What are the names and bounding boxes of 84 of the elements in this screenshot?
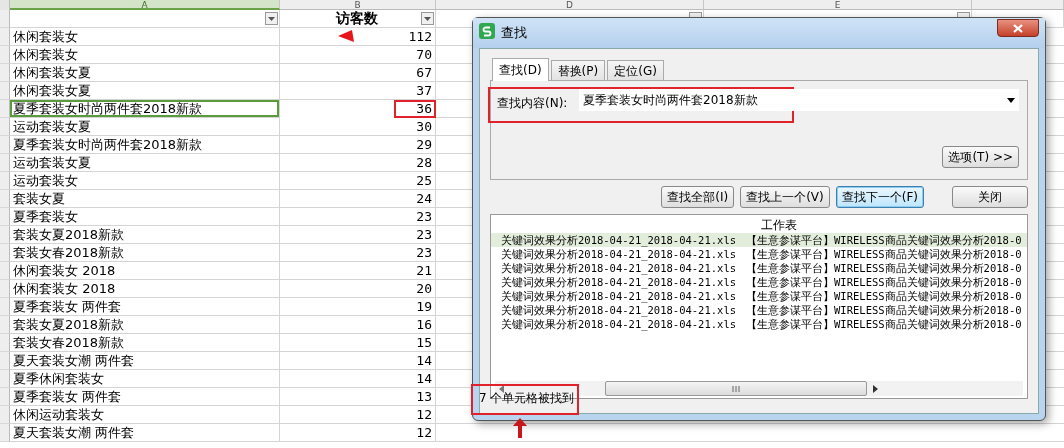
field-label: 查找内容(N):: [497, 96, 568, 110]
table-cell: 套装女春2018新款: [10, 244, 280, 262]
table-cell: 休闲套装女: [10, 46, 280, 64]
table-cell: 16: [280, 316, 436, 334]
result-row[interactable]: 关键词效果分析2018-04-21_2018-04-21.xls 【生意参谋平台】WIRELESS商品关键词效果分析2018-0: [491, 233, 1027, 247]
table-cell: 14: [280, 370, 436, 388]
result-row[interactable]: 关键词效果分析2018-04-21_2018-04-21.xls 【生意参谋平台】WIRELESS商品关键词效果分析2018-0: [491, 261, 1027, 275]
result-text: 关键词效果分析2018-04-21_2018-04-21.xls: [501, 289, 737, 303]
table-cell: 夏天套装女潮 两件套: [10, 352, 280, 370]
column-header[interactable]: B: [280, 0, 436, 10]
status-text: 7 个单元格被找到: [471, 384, 580, 415]
table-cell: 13: [280, 388, 436, 406]
result-text: 【生意参谋平台】WIRELESS商品关键词效果分析2018-0: [746, 233, 1022, 247]
dialog-button[interactable]: 查找下一个(F): [835, 186, 924, 208]
result-row[interactable]: 关键词效果分析2018-04-21_2018-04-21.xls 【生意参谋平台】WIRELESS商品关键词效果分析2018-0: [491, 289, 1027, 303]
result-text: 【生意参谋平台】WIRELESS商品关键词效果分析2018-0: [746, 317, 1022, 331]
table-cell: 25: [280, 172, 436, 190]
table-cell: 19: [280, 298, 436, 316]
result-text: 关键词效果分析2018-04-21_2018-04-21.xls: [501, 261, 737, 275]
table-cell: 24: [280, 190, 436, 208]
column-title: 访客数: [336, 10, 378, 27]
table-cell: 夏季休闲套装女: [10, 370, 280, 388]
result-text: 【生意参谋平台】WIRELESS商品关键词效果分析2018-0: [746, 303, 1022, 317]
table-cell: 20: [280, 280, 436, 298]
table-cell: 67: [280, 64, 436, 82]
column-header[interactable]: A: [10, 0, 280, 10]
tab[interactable]: 定位(G): [607, 60, 664, 80]
table-cell: 夏季套装女 两件套: [10, 388, 280, 406]
table-cell: 12: [280, 424, 436, 442]
table-cell: 套装女春2018新款: [10, 334, 280, 352]
table-cell: 夏天套装女潮 两件套: [10, 424, 280, 442]
dialog-button[interactable]: 查找上一个(V): [740, 186, 830, 208]
options-button[interactable]: 选项(T) >>: [942, 146, 1019, 168]
result-row[interactable]: 关键词效果分析2018-04-21_2018-04-21.xls 【生意参谋平台】WIRELESS商品关键词效果分析2018-0: [491, 247, 1027, 261]
table-cell: 30: [280, 118, 436, 136]
table-cell: 15: [280, 334, 436, 352]
result-text: 关键词效果分析2018-04-21_2018-04-21.xls: [501, 317, 737, 331]
table-cell: 23: [280, 208, 436, 226]
table-cell: 休闲套装女夏: [10, 64, 280, 82]
table-cell: 14: [280, 352, 436, 370]
column-header: 工作表: [760, 217, 798, 233]
table-cell: 12: [280, 406, 436, 424]
table-cell: 36: [394, 100, 436, 118]
table-cell: 运动套装女夏: [10, 118, 280, 136]
result-text: 关键词效果分析2018-04-21_2018-04-21.xls: [501, 275, 737, 289]
result-row[interactable]: 关键词效果分析2018-04-21_2018-04-21.xls 【生意参谋平台】WIRELESS商品关键词效果分析2018-0: [491, 303, 1027, 317]
table-cell: 套装女夏2018新款: [10, 316, 280, 334]
table-cell: 运动套装女夏: [10, 154, 280, 172]
result-text: 【生意参谋平台】WIRELESS商品关键词效果分析2018-0: [746, 261, 1022, 275]
table-cell: 套装女夏: [10, 190, 280, 208]
table-cell: 37: [280, 82, 436, 100]
result-text: 关键词效果分析2018-04-21_2018-04-21.xls: [501, 247, 737, 261]
table-cell: 休闲套装女 2018: [10, 262, 280, 280]
result-text: 【生意参谋平台】WIRELESS商品关键词效果分析2018-0: [746, 247, 1022, 261]
table-cell: 夏季套装女时尚两件套2018新款: [10, 100, 280, 118]
table-cell: 套装女夏2018新款: [10, 226, 280, 244]
result-row[interactable]: 关键词效果分析2018-04-21_2018-04-21.xls 【生意参谋平台】WIRELESS商品关键词效果分析2018-0: [491, 275, 1027, 289]
tab[interactable]: 查找(D): [492, 58, 549, 81]
dialog-button[interactable]: 关闭: [952, 186, 1028, 208]
result-text: 关键词效果分析2018-04-21_2018-04-21.xls: [501, 303, 737, 317]
table-cell: 夏季套装女时尚两件套2018新款: [10, 136, 280, 154]
table-cell: 21: [280, 262, 436, 280]
table-cell: 28: [280, 154, 436, 172]
column-header[interactable]: D: [436, 0, 704, 10]
table-cell: 休闲套装女: [10, 28, 280, 46]
table-cell: 休闲套装女 2018: [10, 280, 280, 298]
search-field[interactable]: 夏季套装女时尚两件套2018新款: [579, 89, 1019, 111]
table-cell: 70: [280, 46, 436, 64]
dialog-button[interactable]: 查找全部(I): [661, 186, 735, 208]
result-text: 【生意参谋平台】WIRELESS商品关键词效果分析2018-0: [746, 289, 1022, 303]
window-title: 查找: [501, 24, 527, 42]
result-text: 【生意参谋平台】WIRELESS商品关键词效果分析2018-0: [746, 275, 1022, 289]
tab[interactable]: 替换(P): [550, 60, 606, 80]
table-cell: 23: [280, 226, 436, 244]
column-header[interactable]: E: [704, 0, 972, 10]
table-cell: 112: [280, 28, 436, 46]
table-cell: 夏季套装女: [10, 208, 280, 226]
result-row[interactable]: 关键词效果分析2018-04-21_2018-04-21.xls 【生意参谋平台】WIRELESS商品关键词效果分析2018-0: [491, 317, 1027, 331]
table-cell: 夏季套装女 两件套: [10, 298, 280, 316]
result-text: 关键词效果分析2018-04-21_2018-04-21.xls: [501, 233, 737, 247]
table-cell: 休闲运动套装女: [10, 406, 280, 424]
table-cell: 23: [280, 244, 436, 262]
table-cell: 运动套装女: [10, 172, 280, 190]
table-cell: 29: [280, 136, 436, 154]
